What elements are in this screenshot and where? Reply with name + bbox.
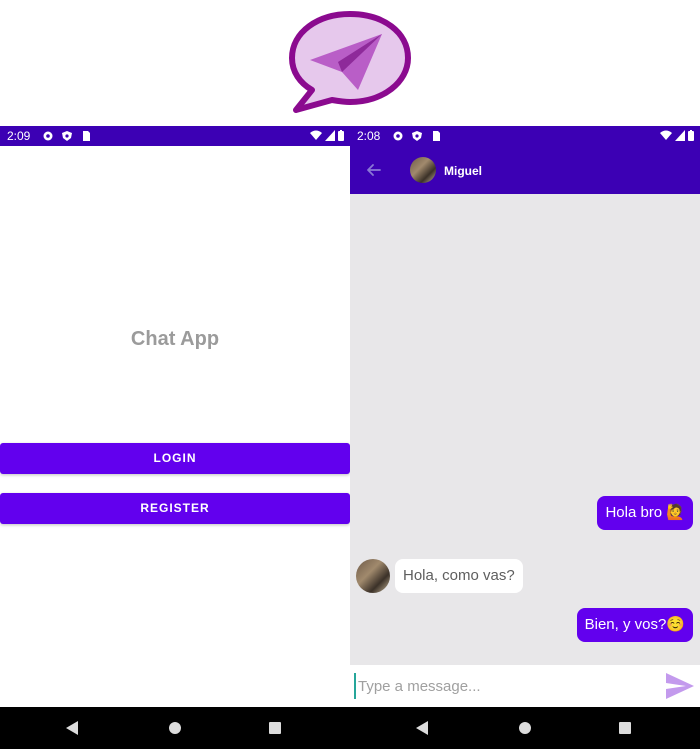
status-bar: 2:08 [350, 126, 700, 146]
nav-back-icon[interactable] [66, 721, 78, 735]
register-button[interactable]: REGISTER [0, 493, 350, 524]
battery-icon [688, 130, 694, 141]
settings-icon [393, 131, 403, 141]
contact-name[interactable]: Miguel [444, 164, 482, 178]
nav-recents-icon[interactable] [269, 722, 281, 734]
message-input[interactable] [354, 673, 654, 699]
chat-app-logo [289, 11, 411, 113]
settings-icon [43, 131, 53, 141]
chat-app-bar: Miguel [350, 146, 700, 194]
message-bubble-incoming: Hola, como vas? [395, 559, 523, 593]
shield-icon [412, 131, 423, 141]
wifi-icon [310, 130, 322, 140]
sim-card-icon [433, 131, 441, 141]
signal-icon [675, 130, 685, 141]
wifi-icon [660, 130, 672, 140]
message-bubble-outgoing: Bien, y vos?☺️ [576, 608, 693, 642]
screenshot-root: 2:09 Chat App LOGIN REGISTER 2:08 Miguel… [0, 0, 700, 749]
send-icon[interactable] [664, 671, 696, 701]
nav-recents-icon[interactable] [619, 722, 631, 734]
message-bubble-outgoing: Hola bro 🙋 [597, 496, 693, 530]
signal-icon [325, 130, 335, 141]
navigation-bar [350, 707, 700, 749]
sender-avatar [356, 559, 390, 593]
status-time: 2:08 [357, 129, 381, 143]
login-screen: 2:09 Chat App LOGIN REGISTER [0, 126, 350, 749]
back-arrow-icon[interactable] [364, 160, 384, 180]
contact-avatar[interactable] [410, 157, 436, 183]
nav-home-icon[interactable] [519, 722, 531, 734]
battery-icon [338, 130, 344, 141]
shield-icon [62, 131, 73, 141]
nav-home-icon[interactable] [169, 722, 181, 734]
login-button[interactable]: LOGIN [0, 443, 350, 474]
app-title: Chat App [130, 328, 220, 350]
chat-screen: 2:08 Miguel Hola bro 🙋 Hola, como vas? B… [350, 126, 700, 749]
status-bar: 2:09 [0, 126, 350, 146]
navigation-bar [0, 707, 350, 749]
sim-card-icon [83, 131, 91, 141]
nav-back-icon[interactable] [416, 721, 428, 735]
message-composer [350, 665, 700, 707]
status-time: 2:09 [7, 129, 31, 143]
